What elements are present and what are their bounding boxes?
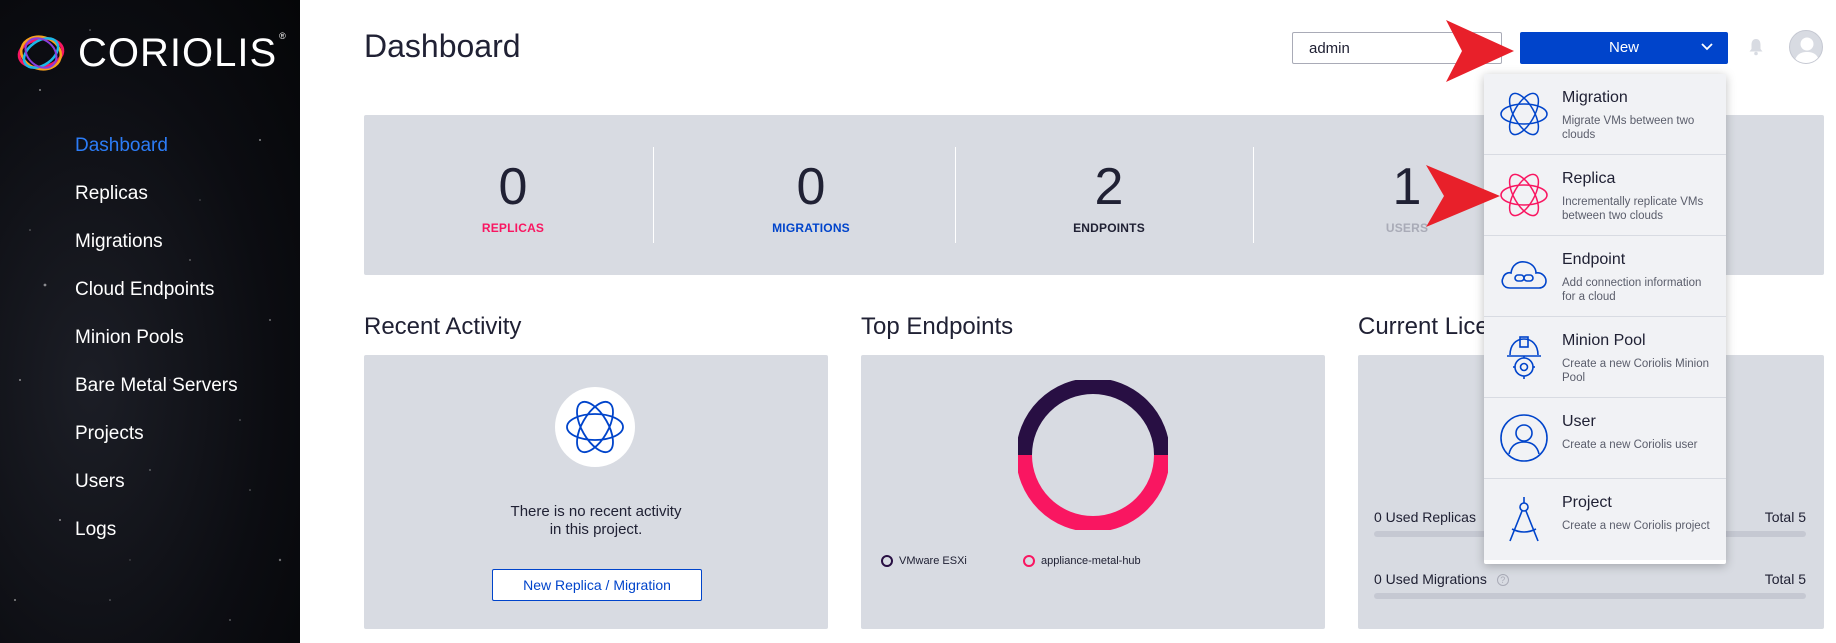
no-activity-message: There is no recent activity in this proj… xyxy=(364,503,828,539)
new-replica-migration-button[interactable]: New Replica / Migration xyxy=(492,569,702,601)
current-licence-title: Current Lice xyxy=(1358,313,1489,340)
sidebar: CORIOLIS ® Dashboard Replicas Migrations … xyxy=(0,0,300,643)
legend-label: VMware ESXi xyxy=(899,555,967,567)
activity-empty-badge xyxy=(555,387,635,467)
stat-value: 0 xyxy=(796,158,826,216)
menu-item-project[interactable]: Project Create a new Coriolis project xyxy=(1484,479,1726,560)
menu-item-replica[interactable]: Replica Incrementally replicate VMs betw… xyxy=(1484,155,1726,236)
legend-label: appliance-metal-hub xyxy=(1041,555,1141,567)
user-icon xyxy=(1500,414,1548,462)
stat-label: REPLICAS xyxy=(481,221,545,235)
stat-label: MIGRATIONS xyxy=(772,221,850,235)
menu-item-migration[interactable]: Migration Migrate VMs between two clouds xyxy=(1484,74,1726,155)
sidebar-item-bare-metal-servers[interactable]: Bare Metal Servers xyxy=(75,372,238,420)
menu-item-description: Create a new Coriolis Minion Pool xyxy=(1562,358,1710,384)
stat-divider xyxy=(955,147,956,243)
menu-item-description: Create a new Coriolis project xyxy=(1562,520,1710,532)
coriolis-logo[interactable]: CORIOLIS ® xyxy=(16,30,287,76)
sidebar-item-users[interactable]: Users xyxy=(75,468,238,516)
migration-icon xyxy=(1500,92,1548,136)
user-avatar[interactable] xyxy=(1789,30,1823,64)
stat-value: 2 xyxy=(1094,158,1124,216)
stat-migrations[interactable]: 0 MIGRATIONS xyxy=(662,115,960,275)
new-button[interactable]: New xyxy=(1520,32,1728,64)
logo-wordmark: CORIOLIS ® xyxy=(78,30,287,75)
licence-total-label: Total 5 xyxy=(1764,509,1806,525)
menu-item-description: Add connection information for a cloud xyxy=(1562,277,1702,303)
menu-item-description: Create a new Coriolis user xyxy=(1562,439,1698,451)
menu-item-title: User xyxy=(1562,413,1596,430)
legend-dot xyxy=(1023,555,1035,567)
donut-segment-appliance[interactable] xyxy=(1018,454,1168,530)
sidebar-item-projects[interactable]: Projects xyxy=(75,420,238,468)
licence-used-label: 0 Used Migrations xyxy=(1374,571,1487,587)
minion-pool-icon xyxy=(1507,336,1541,379)
menu-item-endpoint[interactable]: Endpoint Add connection information for … xyxy=(1484,236,1726,317)
chevron-down-icon xyxy=(1701,43,1713,51)
atom-icon xyxy=(566,400,624,454)
annotation-arrow-replica xyxy=(1426,165,1500,227)
legend-dot xyxy=(881,555,893,567)
new-dropdown-menu: Migration Migrate VMs between two clouds… xyxy=(1484,74,1726,564)
replica-icon xyxy=(1500,173,1548,217)
sidebar-item-migrations[interactable]: Migrations xyxy=(75,228,238,276)
top-endpoints-panel: VMware ESXi appliance-metal-hub xyxy=(861,355,1325,629)
licence-total-label: Total 5 xyxy=(1764,571,1806,587)
licence-used-label: 0 Used Replicas xyxy=(1374,509,1476,525)
legend-item-appliance: appliance-metal-hub xyxy=(1023,555,1141,567)
page-title: Dashboard xyxy=(364,28,521,64)
licence-progress-bar xyxy=(1374,593,1806,599)
menu-item-title: Project xyxy=(1562,494,1612,511)
recent-activity-title: Recent Activity xyxy=(364,313,522,340)
notification-bell-icon[interactable] xyxy=(1748,38,1764,56)
annotation-arrow-new xyxy=(1446,20,1514,82)
menu-item-title: Minion Pool xyxy=(1562,332,1646,349)
sidebar-item-dashboard[interactable]: Dashboard xyxy=(75,132,238,180)
donut-segment-vmware[interactable] xyxy=(1018,380,1168,456)
menu-item-title: Migration xyxy=(1562,89,1628,106)
stat-divider xyxy=(1253,147,1254,243)
menu-item-user[interactable]: User Create a new Coriolis user xyxy=(1484,398,1726,479)
avatar-silhouette-icon xyxy=(1794,37,1820,63)
sidebar-item-minion-pools[interactable]: Minion Pools xyxy=(75,324,238,372)
endpoint-icon xyxy=(1501,261,1547,289)
recent-activity-panel: There is no recent activity in this proj… xyxy=(364,355,828,629)
sidebar-item-cloud-endpoints[interactable]: Cloud Endpoints xyxy=(75,276,238,324)
top-endpoints-title: Top Endpoints xyxy=(861,313,1014,340)
stat-label: ENDPOINTS xyxy=(1073,221,1145,235)
stat-endpoints[interactable]: 2 ENDPOINTS xyxy=(960,115,1258,275)
menu-item-description: Migrate VMs between two clouds xyxy=(1562,115,1695,141)
no-activity-line1: There is no recent activity xyxy=(510,503,682,520)
project-icon xyxy=(1509,497,1539,542)
menu-item-title: Replica xyxy=(1562,170,1616,187)
legend-item-vmware: VMware ESXi xyxy=(881,555,967,567)
menu-item-description: Incrementally replicate VMs between two … xyxy=(1562,196,1704,222)
sidebar-nav: Dashboard Replicas Migrations Cloud Endp… xyxy=(75,132,238,564)
menu-item-title: Endpoint xyxy=(1562,251,1626,268)
stat-value: 0 xyxy=(498,158,528,216)
help-icon[interactable]: ? xyxy=(1496,574,1509,586)
sidebar-item-logs[interactable]: Logs xyxy=(75,516,238,564)
new-button-label: New xyxy=(1608,39,1639,56)
stat-replicas[interactable]: 0 REPLICAS xyxy=(364,115,662,275)
stat-divider xyxy=(653,147,654,243)
coriolis-logo-icon xyxy=(17,35,65,71)
endpoints-donut-chart xyxy=(1018,380,1168,530)
licence-row-migrations: 0 Used Migrations ? Total 5 xyxy=(1374,571,1806,587)
sidebar-item-replicas[interactable]: Replicas xyxy=(75,180,238,228)
no-activity-line2: in this project. xyxy=(549,521,643,538)
menu-item-minion-pool[interactable]: Minion Pool Create a new Coriolis Minion… xyxy=(1484,317,1726,398)
